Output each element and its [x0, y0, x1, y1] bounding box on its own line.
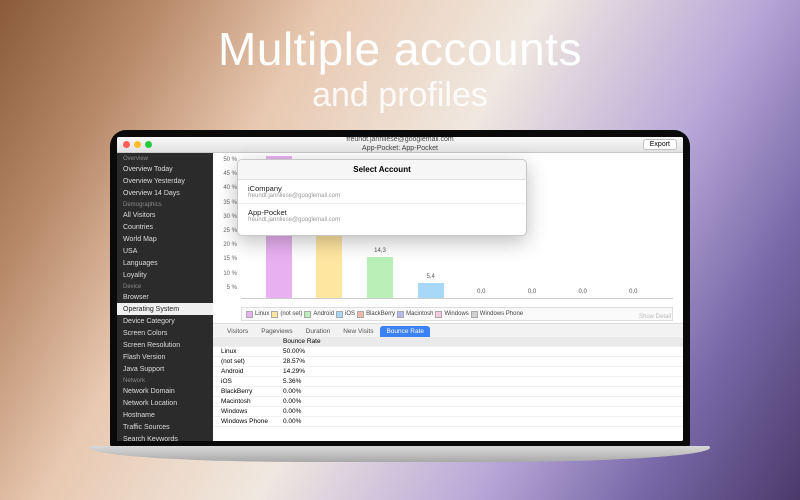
- legend-swatch: [471, 311, 478, 318]
- tab[interactable]: Visitors: [221, 326, 254, 337]
- legend-swatch: [336, 311, 343, 318]
- y-tick: 40 %: [215, 185, 237, 191]
- legend-swatch: [435, 311, 442, 318]
- sidebar-item[interactable]: Traffic Sources: [117, 421, 213, 433]
- sidebar-item[interactable]: Screen Colors: [117, 327, 213, 339]
- sidebar-item[interactable]: All Visitors: [117, 209, 213, 221]
- sidebar-item[interactable]: USA: [117, 245, 213, 257]
- tab[interactable]: Duration: [300, 326, 337, 337]
- sidebar-item[interactable]: Browser: [117, 291, 213, 303]
- legend-item: Linux: [246, 311, 269, 318]
- data-table: Bounce RateLinux50.00%(not set)28.57%And…: [213, 337, 683, 441]
- tab[interactable]: New Visits: [337, 326, 379, 337]
- export-button[interactable]: Export: [643, 139, 677, 150]
- bar-label: 5,4: [418, 274, 444, 280]
- sidebar-item[interactable]: Operating System: [117, 303, 213, 315]
- sidebar-header: Network: [117, 375, 213, 385]
- y-tick: 35 %: [215, 200, 237, 206]
- table-row[interactable]: BlackBerry0.00%: [213, 387, 683, 397]
- y-tick: 20 %: [215, 242, 237, 248]
- account-name: App-Pocket: [248, 208, 516, 217]
- sidebar-header: Device: [117, 281, 213, 291]
- sidebar-item[interactable]: Overview 14 Days: [117, 187, 213, 199]
- chart-bar: 5,4: [418, 283, 444, 298]
- sidebar-item[interactable]: Countries: [117, 221, 213, 233]
- y-tick: 15 %: [215, 256, 237, 262]
- y-tick: 45 %: [215, 171, 237, 177]
- legend-swatch: [246, 311, 253, 318]
- bar-label: 0,0: [620, 289, 646, 295]
- table-row[interactable]: Windows Phone0.00%: [213, 417, 683, 427]
- sidebar-item[interactable]: Overview Yesterday: [117, 175, 213, 187]
- sidebar-item[interactable]: Java Support: [117, 363, 213, 375]
- table-row[interactable]: Linux50.00%: [213, 347, 683, 357]
- show-detail-link[interactable]: Show Detail: [639, 314, 671, 320]
- legend-item: Android: [304, 311, 334, 318]
- sidebar-item[interactable]: Network Location: [117, 397, 213, 409]
- y-tick: 30 %: [215, 214, 237, 220]
- sidebar-header: Overview: [117, 153, 213, 163]
- sidebar-item[interactable]: Search Keywords: [117, 433, 213, 441]
- hero-line-2: and profiles: [0, 76, 800, 115]
- tab[interactable]: Bounce Rate: [380, 326, 430, 337]
- table-row[interactable]: Windows0.00%: [213, 407, 683, 417]
- sidebar: OverviewOverview TodayOverview Yesterday…: [117, 153, 213, 441]
- sidebar-item[interactable]: Hostname: [117, 409, 213, 421]
- y-tick: 10 %: [215, 271, 237, 277]
- tab[interactable]: Pageviews: [255, 326, 298, 337]
- sidebar-item[interactable]: World Map: [117, 233, 213, 245]
- app-window: freundt.jannliese@googlemail.com App-Poc…: [117, 137, 683, 441]
- sidebar-item[interactable]: Languages: [117, 257, 213, 269]
- sidebar-item[interactable]: Flash Version: [117, 351, 213, 363]
- account-name: iCompany: [248, 184, 516, 193]
- account-email: freundt.jannliese@googlemail.com: [248, 217, 516, 223]
- table-row[interactable]: Macintosh0.00%: [213, 397, 683, 407]
- legend-item: BlackBerry: [357, 311, 395, 318]
- sidebar-item[interactable]: Loyality: [117, 269, 213, 281]
- select-account-popup: Select Account iCompanyfreundt.jannliese…: [237, 159, 527, 236]
- laptop-base: [90, 446, 710, 462]
- legend-swatch: [397, 311, 404, 318]
- window-title: freundt.jannliese@googlemail.com App-Poc…: [117, 137, 683, 153]
- bar-label: 0,0: [468, 289, 494, 295]
- legend-swatch: [357, 311, 364, 318]
- account-email: freundt.jannliese@googlemail.com: [248, 193, 516, 199]
- table-row[interactable]: (not set)28.57%: [213, 357, 683, 367]
- y-tick: 50 %: [215, 157, 237, 163]
- legend-item: (not set): [271, 311, 302, 318]
- account-item[interactable]: App-Pocketfreundt.jannliese@googlemail.c…: [238, 204, 526, 235]
- sidebar-item[interactable]: Screen Resolution: [117, 339, 213, 351]
- sidebar-item[interactable]: Network Domain: [117, 385, 213, 397]
- metric-tabs: VisitorsPageviewsDurationNew VisitsBounc…: [213, 323, 683, 337]
- popup-title: Select Account: [238, 160, 526, 180]
- bar-label: 0,0: [519, 289, 545, 295]
- hero-line-1: Multiple accounts: [0, 22, 800, 76]
- account-item[interactable]: iCompanyfreundt.jannliese@googlemail.com: [238, 180, 526, 204]
- chart-bar: 14,3: [367, 257, 393, 298]
- laptop-frame: freundt.jannliese@googlemail.com App-Poc…: [90, 130, 710, 500]
- legend-item: Windows: [435, 311, 468, 318]
- table-header: Bounce Rate: [213, 337, 683, 347]
- bar-label: 14,3: [367, 248, 393, 254]
- legend-item: iOS: [336, 311, 355, 318]
- chart-legend: Linux(not set)AndroidiOSBlackBerryMacint…: [241, 307, 673, 321]
- sidebar-item[interactable]: Device Category: [117, 315, 213, 327]
- sidebar-header: Demographics: [117, 199, 213, 209]
- legend-swatch: [304, 311, 311, 318]
- sidebar-item[interactable]: Overview Today: [117, 163, 213, 175]
- bar-label: 0,0: [570, 289, 596, 295]
- y-tick: 5 %: [215, 285, 237, 291]
- legend-item: Windows Phone: [471, 311, 523, 318]
- y-tick: 25 %: [215, 228, 237, 234]
- table-row[interactable]: iOS5.36%: [213, 377, 683, 387]
- legend-item: Macintosh: [397, 311, 433, 318]
- legend-swatch: [271, 311, 278, 318]
- titlebar: freundt.jannliese@googlemail.com App-Poc…: [117, 137, 683, 153]
- table-row[interactable]: Android14.29%: [213, 367, 683, 377]
